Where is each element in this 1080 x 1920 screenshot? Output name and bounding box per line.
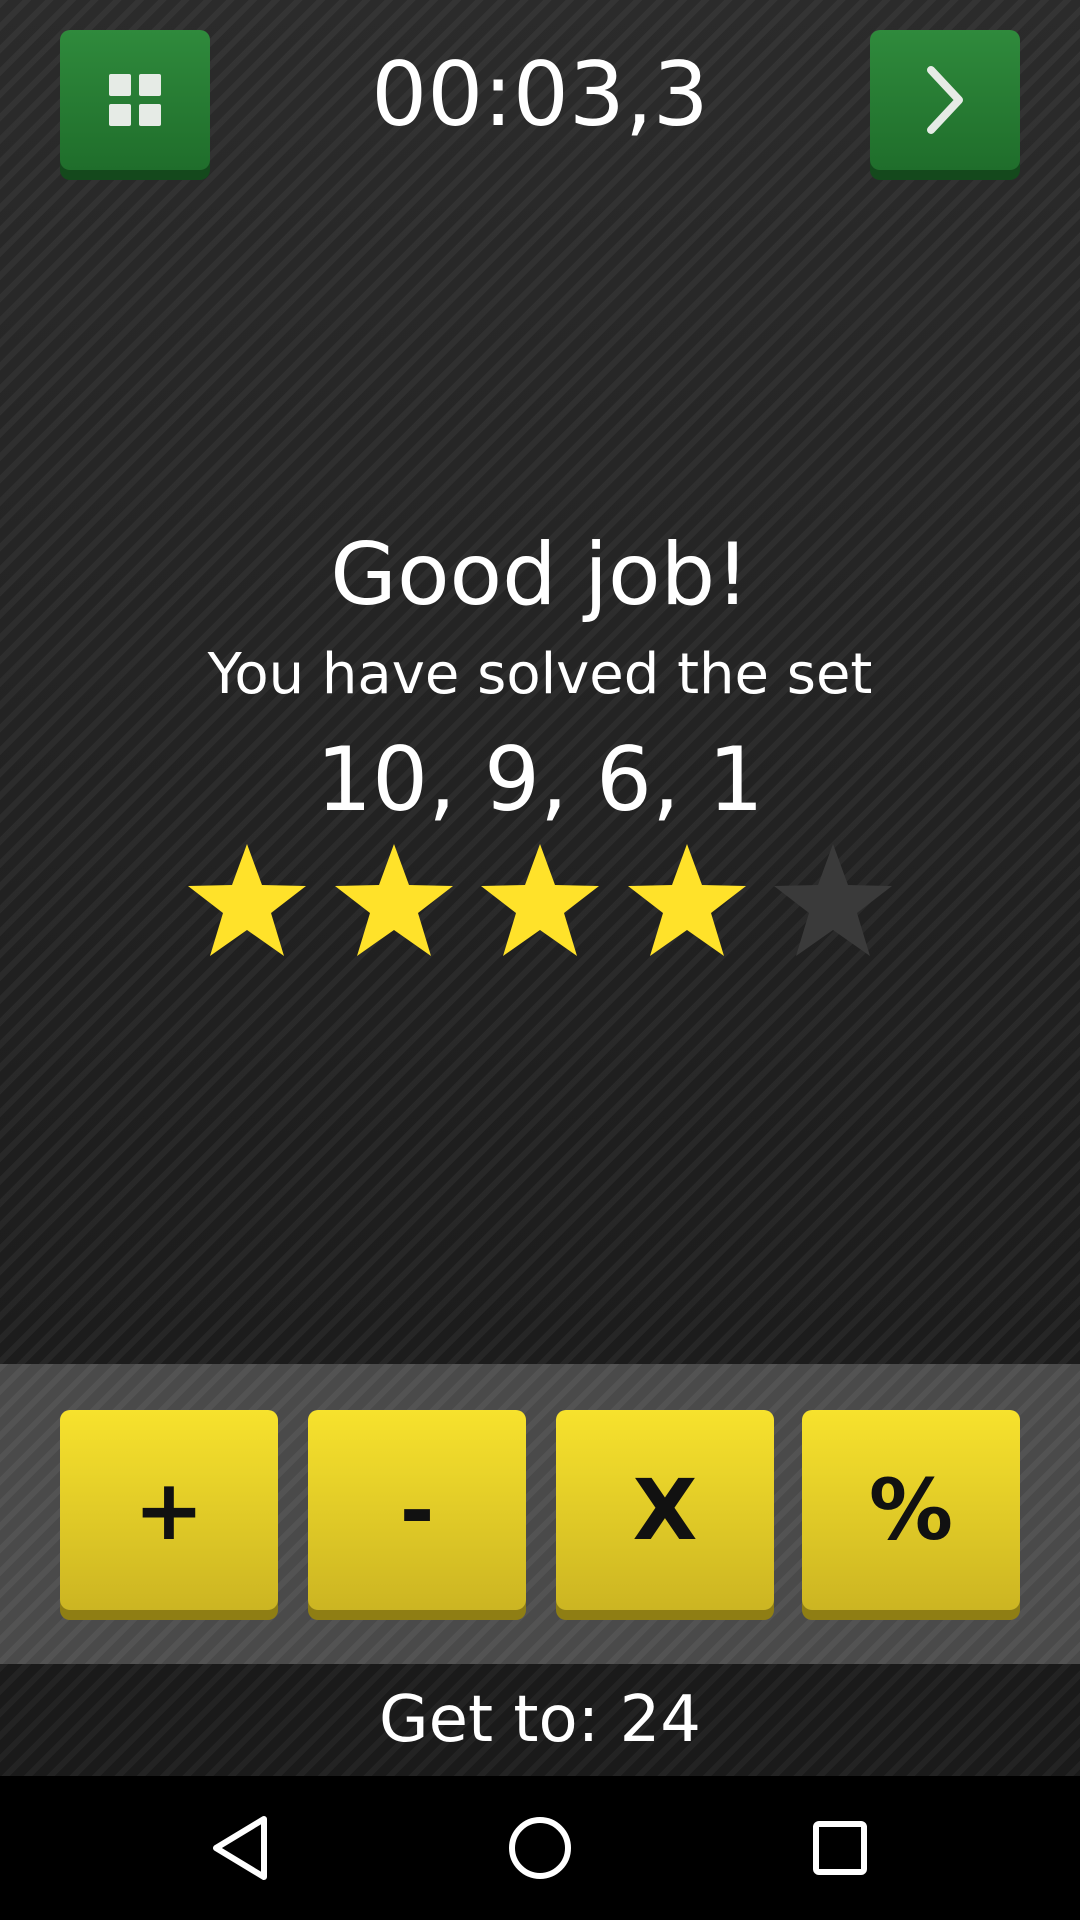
star-rating	[185, 842, 895, 962]
star-filled-icon	[481, 844, 599, 956]
chevron-right-icon	[927, 66, 963, 134]
divide-button[interactable]: %	[802, 1410, 1020, 1610]
operators-bar: + - X %	[0, 1364, 1080, 1664]
result-message: You have solved the set	[207, 642, 873, 707]
star-filled-icon	[334, 844, 453, 956]
back-button[interactable]	[195, 1803, 285, 1893]
star-filled-icon	[188, 844, 306, 956]
plus-button[interactable]: +	[60, 1410, 278, 1610]
number-set: 10, 9, 6, 1	[316, 728, 764, 831]
home-circle-icon	[509, 1817, 571, 1879]
minus-button[interactable]: -	[308, 1410, 526, 1610]
level-menu-button[interactable]	[60, 30, 210, 170]
system-nav-bar	[0, 1776, 1080, 1920]
game-area: 00:03,3 Good job! You have solved the se…	[0, 0, 1080, 1364]
home-button[interactable]	[495, 1803, 585, 1893]
grid-icon	[109, 74, 161, 126]
multiply-button[interactable]: X	[556, 1410, 774, 1610]
timer: 00:03,3	[371, 43, 709, 146]
back-triangle-icon	[213, 1816, 267, 1880]
result-title: Good job!	[330, 525, 750, 625]
next-level-button[interactable]	[870, 30, 1020, 170]
recent-apps-square-icon	[813, 1821, 867, 1875]
target-label: Get to: 24	[0, 1664, 1080, 1776]
star-empty-icon	[774, 844, 892, 956]
recent-apps-button[interactable]	[795, 1803, 885, 1893]
star-filled-icon	[627, 844, 746, 956]
